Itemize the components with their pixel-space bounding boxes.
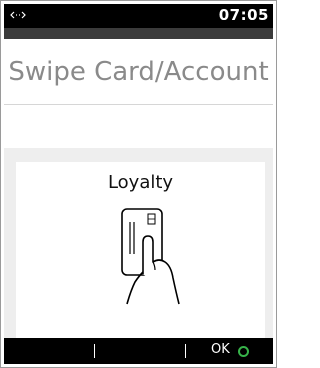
softkey-separator (94, 344, 95, 358)
clock: 07:05 (218, 6, 269, 24)
status-bar: 07:05 (4, 4, 273, 28)
link-arrows-icon (10, 11, 26, 19)
ok-button[interactable]: OK (206, 338, 270, 364)
ok-indicator-icon (238, 346, 249, 357)
divider (4, 104, 273, 105)
header-strip (4, 28, 273, 39)
softkey-separator (185, 344, 186, 358)
device-screen: 07:05 Swipe Card/Account Loyalty OK (0, 0, 277, 368)
card-type-label: Loyalty (107, 172, 174, 193)
ok-label: OK (211, 342, 230, 357)
hand-swipe-card-icon (121, 208, 180, 305)
softkey-bar: OK (4, 338, 273, 364)
loyalty-card-panel: Loyalty (16, 162, 265, 338)
page-title: Swipe Card/Account (8, 57, 269, 87)
